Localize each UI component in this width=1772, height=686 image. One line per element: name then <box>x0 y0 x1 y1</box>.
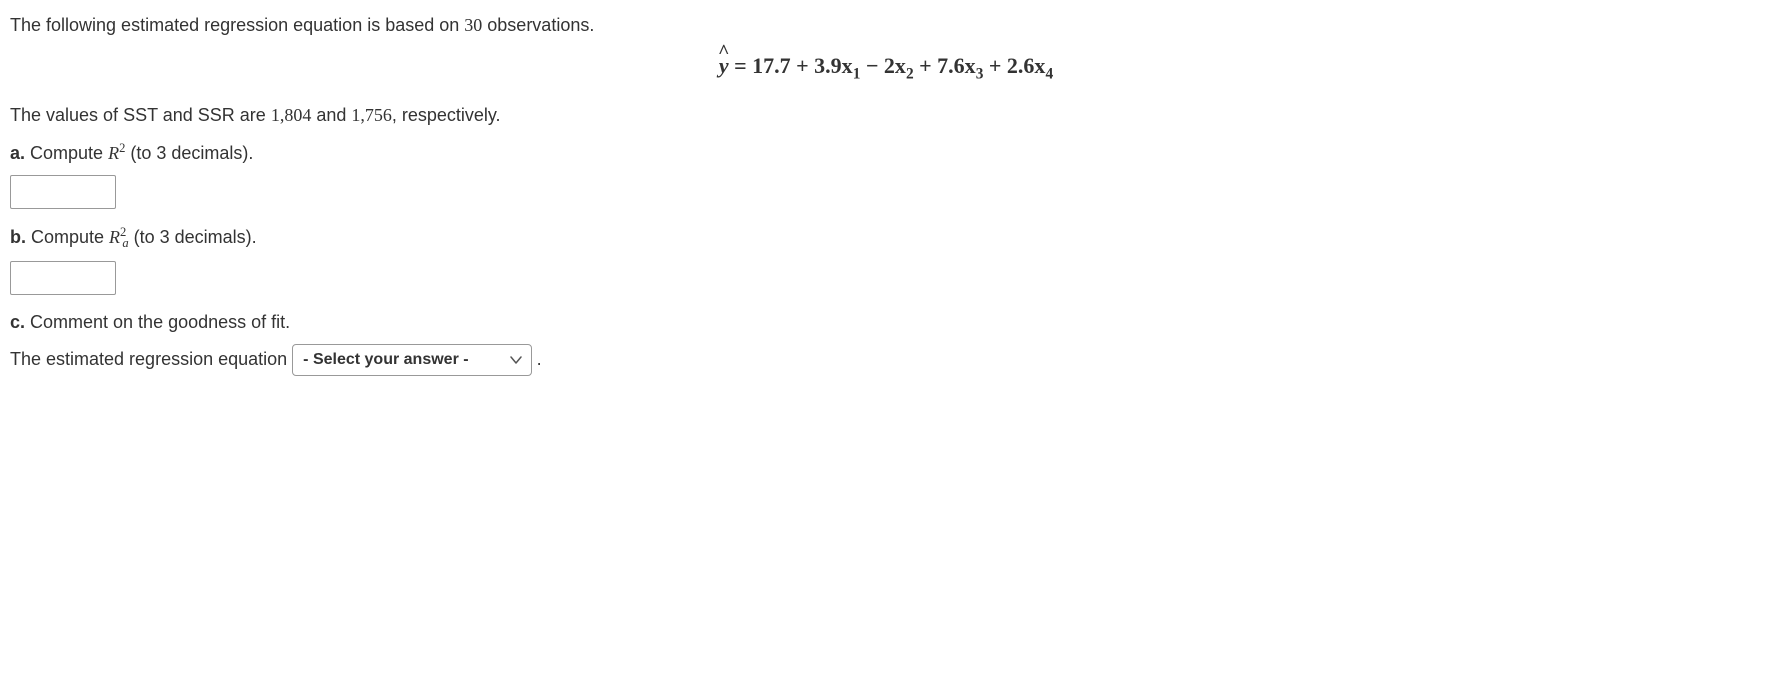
eq-rhs1: = 17.7 + 3.9x <box>729 53 853 78</box>
question-a: a. Compute R2 (to 3 decimals). <box>10 139 1762 167</box>
qc-text: Comment on the goodness of fit. <box>25 312 290 332</box>
qb-after: (to 3 decimals). <box>129 227 257 247</box>
goodness-of-fit-select[interactable]: - Select your answer - <box>292 344 531 376</box>
eq-rhs4: + 2.6x <box>983 53 1045 78</box>
eq-rhs3: + 7.6x <box>914 53 976 78</box>
question-c: c. Comment on the goodness of fit. <box>10 309 1762 336</box>
answer-c-line: The estimated regression equation - Sele… <box>10 344 1762 376</box>
answer-a-input[interactable] <box>10 175 116 209</box>
regression-equation: y = 17.7 + 3.9x1 − 2x2 + 7.6x3 + 2.6x4 <box>10 49 1762 86</box>
eq-sub2: 2 <box>906 65 914 82</box>
qa-label: a. <box>10 143 25 163</box>
observations-count: 30 <box>464 15 482 35</box>
intro-part1: The following estimated regression equat… <box>10 15 464 35</box>
answer-prefix: The estimated regression equation <box>10 349 292 369</box>
answer-b-input[interactable] <box>10 261 116 295</box>
ssr-value: 1,756 <box>351 105 392 125</box>
qb-R: R <box>109 227 120 247</box>
qb-text: Compute <box>26 227 109 247</box>
qa-text: Compute <box>25 143 108 163</box>
question-b: b. Compute R2a (to 3 decimals). <box>10 223 1762 253</box>
answer-suffix: . <box>537 349 542 369</box>
eq-rhs2: − 2x <box>860 53 906 78</box>
sst-part1: The values of SST and SSR are <box>10 105 271 125</box>
chevron-down-icon <box>509 353 523 367</box>
sst-ssr-text: The values of SST and SSR are 1,804 and … <box>10 102 1762 129</box>
equation-lhs: y <box>719 53 729 78</box>
intro-text: The following estimated regression equat… <box>10 12 1762 39</box>
select-placeholder: - Select your answer - <box>303 348 468 372</box>
qb-label: b. <box>10 227 26 247</box>
sst-part2: and <box>311 105 351 125</box>
qa-after: (to 3 decimals). <box>125 143 253 163</box>
qa-R: R <box>108 143 119 163</box>
eq-sub4: 4 <box>1045 65 1053 82</box>
intro-part2: observations. <box>482 15 594 35</box>
qc-label: c. <box>10 312 25 332</box>
sst-value: 1,804 <box>271 105 312 125</box>
sst-part3: , respectively. <box>392 105 501 125</box>
